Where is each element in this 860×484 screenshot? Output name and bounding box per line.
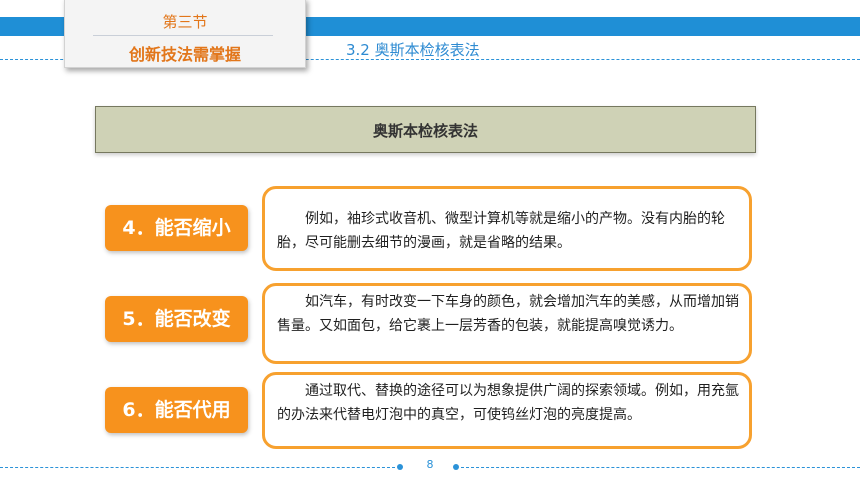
content-title-bar: 奥斯本检核表法 xyxy=(95,106,756,153)
item-description-4: 例如，袖珍式收音机、微型计算机等就是缩小的产物。没有内胎的轮胎，尽可能删去细节的… xyxy=(277,211,725,251)
footer-dot-right xyxy=(453,464,459,470)
item-description-box-4: 例如，袖珍式收音机、微型计算机等就是缩小的产物。没有内胎的轮胎，尽可能删去细节的… xyxy=(262,186,752,271)
footer-line-right xyxy=(461,467,860,468)
section-tab: 第三节 创新技法需掌握 xyxy=(64,0,306,68)
item-description-box-5: 如汽车，有时改变一下车身的颜色，就会增加汽车的美感，从而增加销售量。又如面包，给… xyxy=(262,283,752,364)
section-title: 创新技法需掌握 xyxy=(128,45,241,64)
item-label-6: 6．能否代用 xyxy=(105,387,248,433)
item-description-box-6: 通过取代、替换的途径可以为想象提供广阔的探索领域。例如，用充氩的办法来代替电灯泡… xyxy=(262,372,752,449)
item-description-6: 通过取代、替换的途径可以为想象提供广阔的探索领域。例如，用充氩的办法来代替电灯泡… xyxy=(277,383,739,423)
content-title: 奥斯本检核表法 xyxy=(372,122,478,140)
item-label-5: 5．能否改变 xyxy=(105,296,248,342)
section-divider xyxy=(93,35,273,36)
footer-line-left xyxy=(0,467,395,468)
page-subtitle: 3.2 奥斯本检核表法 xyxy=(346,41,480,59)
item-label-4: 4．能否缩小 xyxy=(105,205,248,251)
item-description-5: 如汽车，有时改变一下车身的颜色，就会增加汽车的美感，从而增加销售量。又如面包，给… xyxy=(277,294,739,334)
page-number: 8 xyxy=(426,458,434,471)
section-number: 第三节 xyxy=(162,13,208,31)
footer-dot-left xyxy=(397,464,403,470)
